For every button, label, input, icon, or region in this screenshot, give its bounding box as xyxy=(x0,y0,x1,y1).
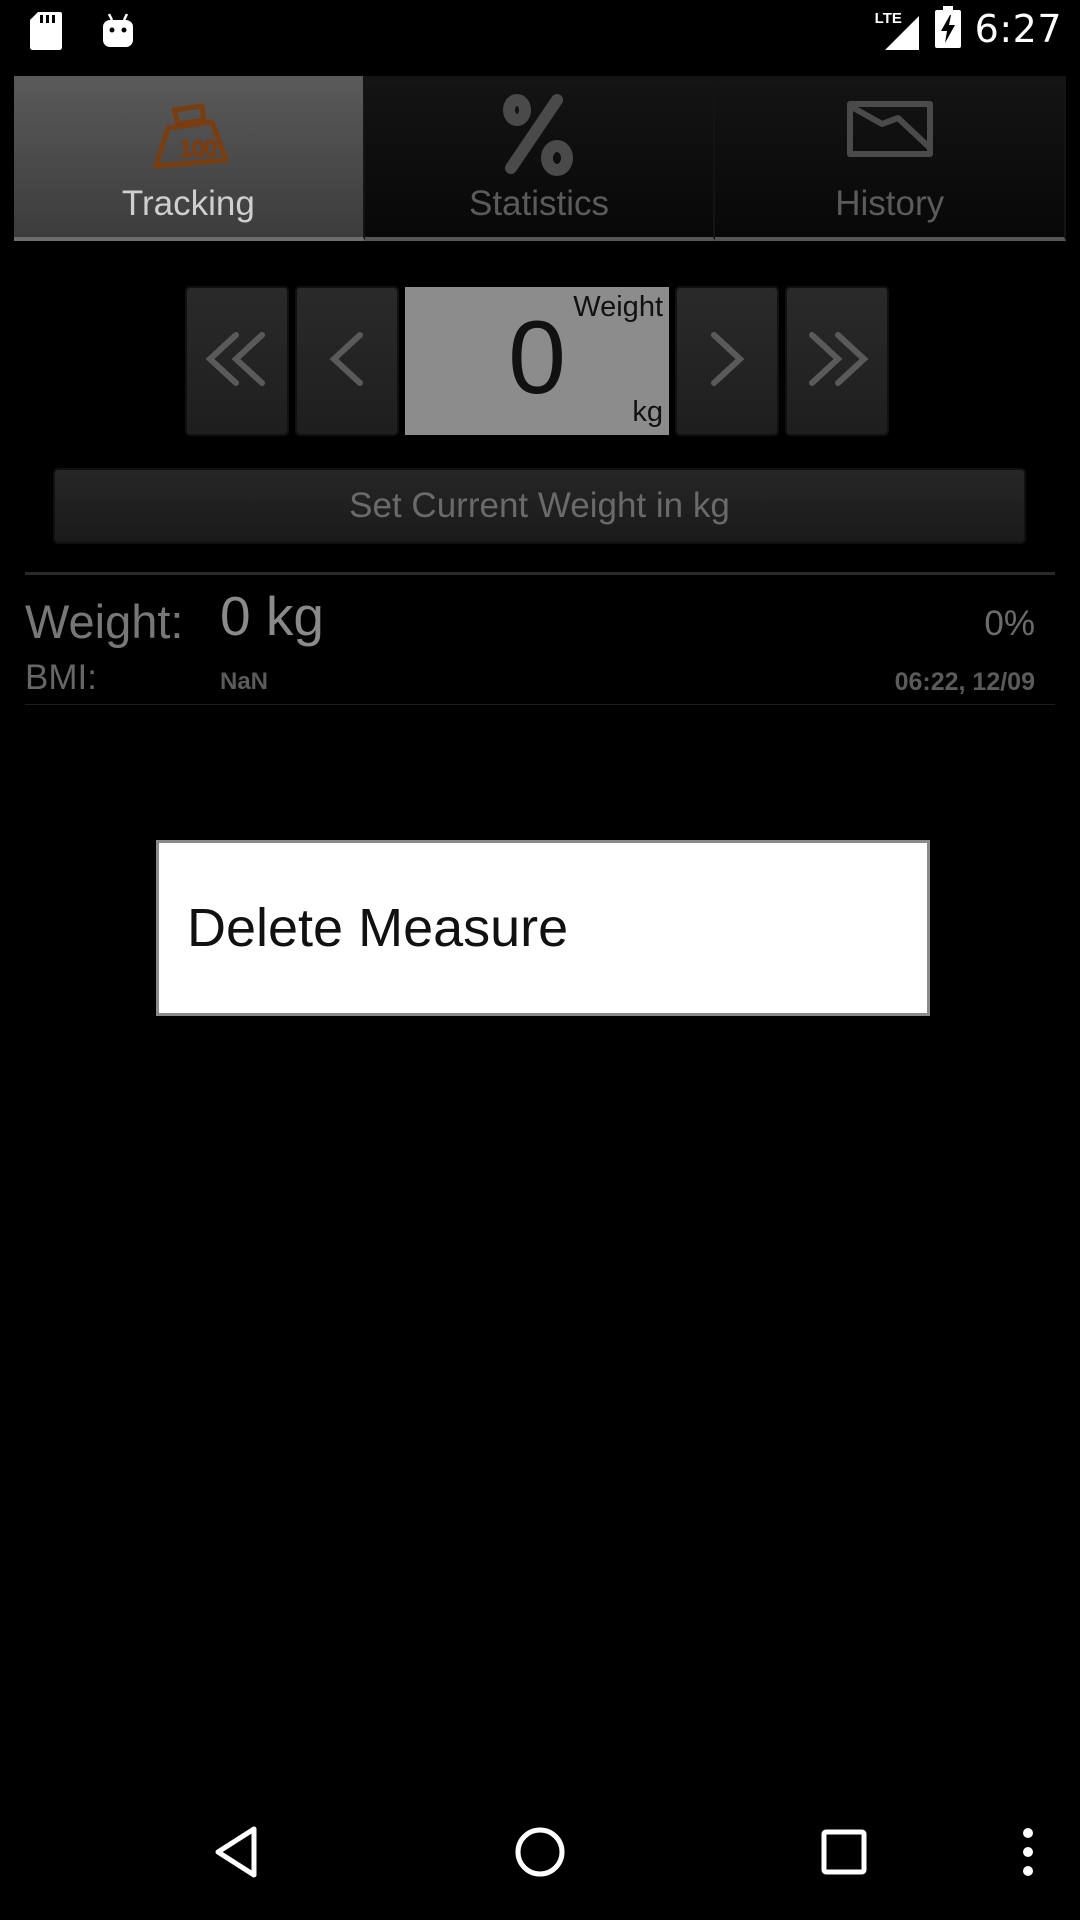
weight-percent: 0% xyxy=(984,604,1035,643)
android-debug-icon xyxy=(102,13,134,53)
scale-weight-icon: 100 xyxy=(140,92,236,182)
home-button[interactable] xyxy=(502,1816,578,1892)
recents-button[interactable] xyxy=(806,1816,882,1892)
bmi-value: NaN xyxy=(220,668,269,695)
navigation-bar xyxy=(0,1788,1080,1920)
tab-history[interactable]: History xyxy=(715,76,1067,241)
left-chevron-icon xyxy=(322,329,372,393)
value-unit: kg xyxy=(632,396,663,428)
increase-fast-button[interactable] xyxy=(785,286,889,436)
weight-stepper: Weight 0 kg xyxy=(185,286,889,438)
tab-label: History xyxy=(835,184,945,223)
tab-statistics[interactable]: Statistics xyxy=(364,76,716,241)
increase-button[interactable] xyxy=(675,286,779,436)
context-menu: Delete Measure xyxy=(156,840,930,1016)
delete-measure-menu-item[interactable]: Delete Measure xyxy=(187,843,568,1013)
decrease-button[interactable] xyxy=(295,286,399,436)
set-current-weight-button[interactable]: Set Current Weight in kg xyxy=(53,468,1026,544)
back-button[interactable] xyxy=(198,1816,274,1892)
percent-icon xyxy=(491,92,587,182)
weight-value-text: 0 kg xyxy=(220,585,324,647)
measure-list-item[interactable]: Weight: 0 kg 0% BMI: NaN 06:22, 12/09 xyxy=(25,580,1055,702)
right-chevron-icon xyxy=(702,329,752,393)
tab-tracking[interactable]: 100 Tracking xyxy=(14,76,365,241)
status-bar: LTE 6:27 xyxy=(0,0,1080,63)
tab-label: Statistics xyxy=(468,184,610,223)
recents-icon xyxy=(820,1828,868,1880)
bmi-label: BMI: xyxy=(25,658,97,697)
divider xyxy=(25,704,1055,705)
overflow-menu-button[interactable] xyxy=(990,1816,1066,1892)
measure-date: 06:22, 12/09 xyxy=(894,668,1035,696)
lte-signal-icon: LTE xyxy=(875,8,921,50)
svg-text:100: 100 xyxy=(180,136,217,161)
status-time: 6:27 xyxy=(974,7,1062,51)
battery-charging-icon xyxy=(934,6,961,52)
back-icon xyxy=(212,1825,260,1883)
tab-bar: 100 Tracking Statistics History xyxy=(14,76,1067,241)
home-icon xyxy=(513,1825,567,1883)
weight-label: Weight: xyxy=(25,595,184,648)
weight-value: 0 xyxy=(508,300,566,416)
sd-card-icon xyxy=(30,12,62,54)
double-right-chevron-icon xyxy=(802,329,872,393)
decrease-fast-button[interactable] xyxy=(185,286,289,436)
double-left-chevron-icon xyxy=(202,329,272,393)
weight-value-display: Weight 0 kg xyxy=(405,287,669,435)
divider xyxy=(25,572,1055,575)
overflow-menu-icon xyxy=(1021,1827,1035,1881)
tab-label: Tracking xyxy=(121,184,255,223)
history-chart-icon xyxy=(842,92,938,182)
